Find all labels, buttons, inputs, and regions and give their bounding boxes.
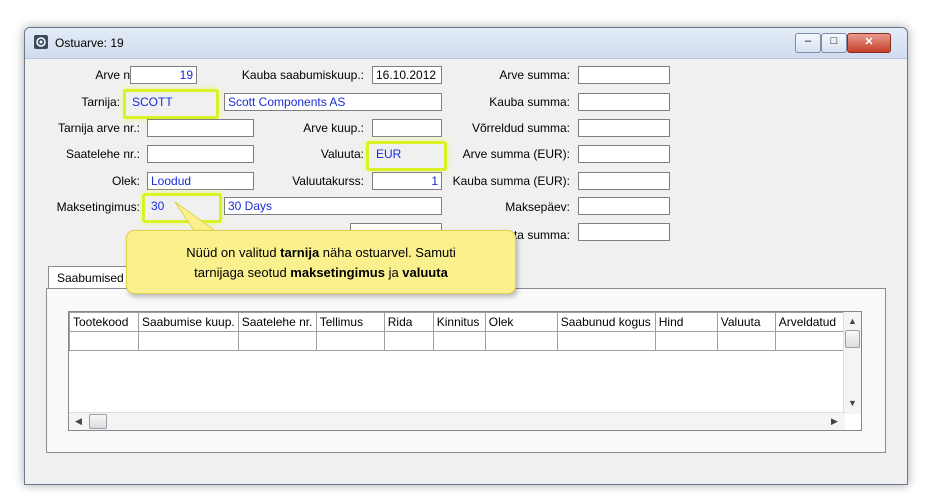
tab-saabumised[interactable]: Saabumised	[48, 266, 132, 288]
arve-kuup-label: Arve kuup.:	[303, 121, 364, 135]
grid-header-row: Tootekood Saabumise kuup. Saatelehe nr. …	[69, 312, 851, 332]
callout-text: Nüüd on valitud	[186, 245, 281, 260]
tarnija-arve-nr-label: Tarnija arve nr.:	[57, 121, 140, 135]
vertical-scroll-thumb[interactable]	[845, 330, 860, 348]
arve-kuup-field[interactable]	[372, 119, 442, 137]
maximize-button[interactable]: □	[821, 33, 847, 53]
kauba-summa-eur-label: Kauba summa (EUR):	[452, 174, 570, 188]
arve-summa-field[interactable]	[578, 66, 670, 84]
table-cell[interactable]	[237, 331, 317, 351]
minimize-button[interactable]: –	[795, 33, 821, 53]
title-bar[interactable]: Ostuarve: 19 – □ ✕	[25, 28, 907, 59]
tarnija-label: Tarnija:	[81, 95, 120, 109]
arve-nr-field[interactable]: 19	[130, 66, 197, 84]
scroll-up-icon[interactable]: ▲	[848, 316, 857, 326]
minimize-icon: –	[804, 35, 812, 47]
hidden-summa-field[interactable]	[578, 223, 670, 241]
arve-summa-eur-field[interactable]	[578, 145, 670, 163]
horizontal-scroll-thumb[interactable]	[89, 414, 107, 429]
table-cell[interactable]	[138, 331, 239, 351]
maksepaev-label: Maksepäev:	[505, 200, 570, 214]
callout-bold-text: maksetingimus	[290, 265, 385, 280]
col-kinnitus[interactable]: Kinnitus	[432, 312, 486, 332]
saatelehe-nr-field[interactable]	[147, 145, 254, 163]
callout-tooltip: Nüüd on valitud tarnija näha ostuarvel. …	[126, 230, 516, 294]
table-cell[interactable]	[432, 331, 486, 351]
valuuta-field[interactable]: EUR	[372, 145, 440, 163]
table-cell[interactable]	[774, 331, 851, 351]
table-cell[interactable]	[654, 331, 718, 351]
olek-field[interactable]: Loodud	[147, 172, 254, 190]
kauba-summa-label: Kauba summa:	[489, 95, 570, 109]
callout-line-1: Nüüd on valitud tarnija näha ostuarvel. …	[127, 243, 515, 263]
scroll-down-icon[interactable]: ▼	[848, 398, 857, 408]
col-olek[interactable]: Olek	[484, 312, 558, 332]
maksetingimus-label: Maksetingimus:	[56, 200, 140, 214]
tarnija-name-field[interactable]: Scott Components AS	[224, 93, 442, 111]
kauba-summa-field[interactable]	[578, 93, 670, 111]
vorreldud-summa-label: Võrreldud summa:	[471, 121, 570, 135]
col-tootekood[interactable]: Tootekood	[69, 312, 139, 332]
scroll-left-icon[interactable]: ◀	[75, 416, 82, 427]
horizontal-scrollbar[interactable]: ◀ ▶	[69, 412, 845, 430]
col-rida[interactable]: Rida	[383, 312, 434, 332]
saabumised-grid[interactable]: Tootekood Saabumise kuup. Saatelehe nr. …	[68, 311, 862, 431]
vorreldud-summa-field[interactable]	[578, 119, 670, 137]
table-cell[interactable]	[315, 331, 385, 351]
close-icon: ✕	[864, 36, 874, 48]
valuuta-label: Valuuta:	[320, 147, 364, 161]
table-row[interactable]	[69, 331, 851, 351]
vertical-scrollbar[interactable]: ▲ ▼	[843, 312, 861, 414]
saabumised-table: Tootekood Saabumise kuup. Saatelehe nr. …	[69, 312, 851, 351]
window-title: Ostuarve: 19	[55, 36, 124, 50]
table-cell[interactable]	[716, 331, 776, 351]
close-button[interactable]: ✕	[847, 33, 891, 53]
callout-text: näha ostuarvel. Samuti	[319, 245, 456, 260]
app-icon	[34, 35, 48, 49]
arve-summa-label: Arve summa:	[499, 68, 570, 82]
col-arveldatud[interactable]: Arveldatud	[774, 312, 851, 332]
kauba-summa-eur-field[interactable]	[578, 172, 670, 190]
scroll-right-icon[interactable]: ▶	[831, 416, 838, 427]
kauba-saabumiskuup-label: Kauba saabumiskuup.:	[241, 68, 364, 82]
maximize-icon: □	[830, 35, 838, 47]
valuutakurss-field[interactable]: 1	[372, 172, 442, 190]
kauba-saabumiskuup-field[interactable]: 16.10.2012	[372, 66, 442, 84]
tarnija-code-field[interactable]: SCOTT	[128, 93, 212, 111]
table-cell[interactable]	[383, 331, 434, 351]
callout-text: ja	[384, 265, 403, 280]
olek-label: Olek:	[111, 174, 140, 188]
table-cell[interactable]	[69, 331, 139, 351]
col-tellimus[interactable]: Tellimus	[315, 312, 385, 332]
arve-summa-eur-label: Arve summa (EUR):	[462, 147, 570, 161]
col-hind[interactable]: Hind	[654, 312, 718, 332]
callout-bold-text: valuuta	[402, 265, 448, 280]
valuutakurss-label: Valuutakurss:	[292, 174, 364, 188]
col-valuuta[interactable]: Valuuta	[716, 312, 776, 332]
col-saatelehe-nr[interactable]: Saatelehe nr.	[237, 312, 317, 332]
callout-line-2: tarnijaga seotud maksetingimus ja valuut…	[127, 263, 515, 283]
table-cell[interactable]	[484, 331, 558, 351]
table-cell[interactable]	[556, 331, 656, 351]
col-saabumise-kuup[interactable]: Saabumise kuup.	[138, 312, 239, 332]
maksetingimus-name-field[interactable]: 30 Days	[224, 197, 442, 215]
saatelehe-nr-label: Saatelehe nr.:	[65, 147, 140, 161]
maksepaev-field[interactable]	[578, 197, 670, 215]
col-saabunud-kogus[interactable]: Saabunud kogus	[556, 312, 656, 332]
callout-text: tarnijaga seotud	[194, 265, 291, 280]
tarnija-arve-nr-field[interactable]	[147, 119, 254, 137]
callout-bold-text: tarnija	[280, 245, 320, 260]
